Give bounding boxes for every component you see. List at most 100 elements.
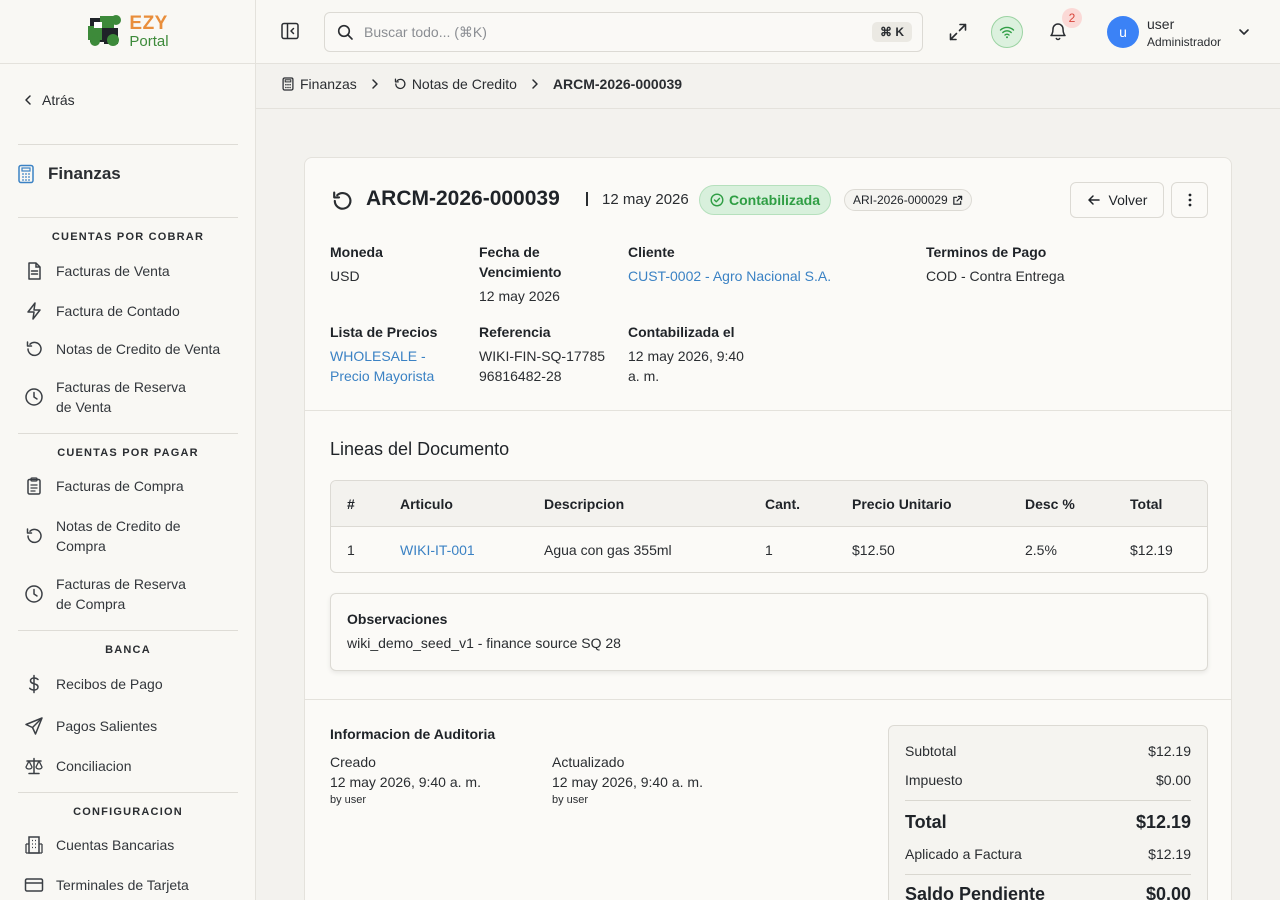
lightning-icon bbox=[27, 302, 41, 320]
sidebar-item-pagos-salientes[interactable]: Pagos Salientes bbox=[24, 716, 236, 736]
clock-icon bbox=[25, 388, 43, 406]
status-label: Contabilizada bbox=[729, 192, 821, 208]
sidebar-item-terminales-tarjeta[interactable]: Terminales de Tarjeta bbox=[24, 875, 236, 895]
audit-created-value: 12 may 2026, 9:40 a. m. bbox=[330, 774, 481, 790]
sidebar-divider bbox=[18, 792, 238, 793]
audit-updated: Actualizado 12 may 2026, 9:40 a. m. by u… bbox=[552, 752, 703, 808]
title-separator bbox=[586, 192, 588, 206]
cell-unit-price: $12.50 bbox=[852, 541, 895, 558]
dollar-icon bbox=[28, 674, 39, 694]
aplicado-label: Aplicado a Factura bbox=[905, 846, 1022, 862]
sidebar-item-label: Terminales de Tarjeta bbox=[56, 877, 189, 893]
sidebar: EZY Portal Atrás Finanzas CUENTAS POR CO… bbox=[0, 0, 256, 900]
external-link-icon bbox=[952, 195, 962, 205]
col-header: Precio Unitario bbox=[852, 495, 952, 512]
total-value: $12.19 bbox=[1135, 812, 1191, 832]
sidebar-item-recibos-de-pago[interactable]: Recibos de Pago bbox=[24, 674, 236, 694]
sidebar-item-notas-credito-venta[interactable]: Notas de Credito de Venta bbox=[24, 339, 236, 359]
audit-updated-by: by user bbox=[552, 794, 589, 806]
sidebar-item-reserva-compra[interactable]: Facturas de Reserva de Compra bbox=[24, 574, 236, 614]
col-header: Articulo bbox=[400, 495, 453, 512]
sidebar-item-cuentas-bancarias[interactable]: Cuentas Bancarias bbox=[24, 835, 236, 855]
section-banca: BANCA bbox=[105, 644, 151, 656]
calculator-icon bbox=[282, 77, 294, 91]
col-header: Cant. bbox=[765, 495, 800, 512]
cell-article-link[interactable]: WIKI-IT-001 bbox=[400, 527, 475, 572]
cell-description: Agua con gas 355ml bbox=[544, 541, 672, 558]
aplicado-value: $12.19 bbox=[1148, 846, 1191, 862]
lista-precios-link[interactable]: WHOLESALE - Precio Mayorista bbox=[330, 346, 460, 386]
chevron-down-icon[interactable] bbox=[1237, 25, 1251, 39]
subtotal-label: Subtotal bbox=[905, 743, 957, 759]
totals-divider bbox=[905, 874, 1191, 875]
total-row: Total $12.19 bbox=[905, 812, 1191, 833]
section-cuentas-por-cobrar: CUENTAS POR COBRAR bbox=[51, 231, 205, 243]
breadcrumb-current: ARCM-2026-000039 bbox=[552, 76, 683, 92]
sidebar-item-label: Facturas de Reserva de Compra bbox=[56, 576, 186, 612]
bank-icon bbox=[25, 836, 43, 854]
logo-text-portal: Portal bbox=[129, 33, 169, 50]
field-label: Referencia bbox=[479, 324, 551, 340]
sidebar-item-label: Facturas de Compra bbox=[56, 478, 184, 494]
more-actions-button[interactable] bbox=[1171, 182, 1208, 218]
sidebar-item-label: Cuentas Bancarias bbox=[56, 837, 175, 853]
sidebar-item-notas-credito-compra[interactable]: Notas de Credito de Compra bbox=[24, 516, 236, 556]
observaciones-box: Observaciones wiki_demo_seed_v1 - financ… bbox=[330, 593, 1208, 671]
breadcrumb-label: Notas de Credito bbox=[411, 76, 517, 92]
sidebar-toggle-icon[interactable] bbox=[280, 21, 300, 41]
volver-label: Volver bbox=[1108, 192, 1148, 208]
lines-section-title: Lineas del Documento bbox=[330, 439, 510, 459]
cliente-link[interactable]: CUST-0002 - Agro Nacional S.A. bbox=[628, 266, 908, 286]
section-cuentas-por-pagar: CUENTAS POR PAGAR bbox=[57, 447, 199, 459]
field-value: 12 may 2026, 9:40 a. m. bbox=[628, 348, 744, 384]
audit-created-label: Creado bbox=[330, 754, 376, 770]
linked-invoice-chip[interactable]: ARI-2026-000029 bbox=[844, 189, 972, 211]
field-value: COD - Contra Entrega bbox=[926, 268, 1065, 284]
volver-button[interactable]: Volver bbox=[1070, 182, 1164, 218]
sidebar-item-facturas-de-venta[interactable]: Facturas de Venta bbox=[24, 261, 236, 281]
sidebar-item-label: Notas de Credito de Compra bbox=[56, 518, 181, 554]
avatar[interactable]: u bbox=[1107, 16, 1139, 48]
observaciones-title: Observaciones bbox=[347, 611, 448, 627]
card-divider bbox=[305, 699, 1231, 700]
field-cliente: Cliente CUST-0002 - Agro Nacional S.A. bbox=[628, 242, 908, 286]
table-row: 1 WIKI-IT-001 Agua con gas 355ml 1 $12.5… bbox=[331, 527, 1207, 572]
totals-box: Subtotal $12.19 Impuesto $0.00 Total $12… bbox=[888, 725, 1208, 900]
sidebar-item-reserva-venta[interactable]: Facturas de Reserva de Venta bbox=[24, 377, 236, 417]
fullscreen-icon[interactable] bbox=[948, 22, 968, 42]
connection-status-button[interactable] bbox=[991, 16, 1023, 48]
section-configuracion: CONFIGURACION bbox=[73, 806, 183, 818]
search-input[interactable] bbox=[364, 24, 872, 40]
sidebar-item-facturas-de-compra[interactable]: Facturas de Compra bbox=[24, 476, 236, 496]
breadcrumb-divider bbox=[256, 108, 1280, 109]
sidebar-item-label: Recibos de Pago bbox=[56, 676, 163, 692]
sidebar-item-conciliacion[interactable]: Conciliacion bbox=[24, 756, 236, 776]
breadcrumb: Finanzas Notas de Credito ARCM-2026-0000… bbox=[281, 76, 682, 92]
saldo-row: Saldo Pendiente $0.00 bbox=[905, 884, 1191, 900]
calculator-icon bbox=[18, 164, 34, 184]
cell-line-number: 1 bbox=[347, 541, 355, 558]
cell-quantity: 1 bbox=[765, 541, 773, 558]
totals-divider bbox=[905, 800, 1191, 801]
scale-icon bbox=[25, 757, 43, 775]
app-logo[interactable]: EZY Portal bbox=[86, 12, 169, 52]
module-title-text: Finanzas bbox=[48, 164, 121, 183]
field-label: Terminos de Pago bbox=[926, 244, 1047, 260]
field-contabilizada: Contabilizada el 12 may 2026, 9:40 a. m. bbox=[628, 322, 758, 386]
sidebar-item-factura-de-contado[interactable]: Factura de Contado bbox=[24, 301, 236, 321]
logo-area: EZY Portal bbox=[0, 0, 255, 64]
audit-updated-label: Actualizado bbox=[552, 754, 625, 770]
rotate-ccw-icon bbox=[26, 528, 42, 544]
field-terminos: Terminos de Pago COD - Contra Entrega bbox=[926, 242, 1186, 286]
subtotal-value: $12.19 bbox=[1148, 743, 1191, 759]
field-moneda: Moneda USD bbox=[330, 242, 460, 286]
breadcrumb-notas-credito[interactable]: Notas de Credito bbox=[393, 76, 517, 92]
global-search[interactable]: ⌘ K bbox=[324, 12, 923, 52]
clipboard-icon bbox=[27, 477, 41, 495]
credit-note-card: ARCM-2026-000039 12 may 2026 Contabiliza… bbox=[304, 157, 1232, 900]
total-label: Total bbox=[905, 812, 947, 832]
clock-icon bbox=[25, 585, 43, 603]
back-link[interactable]: Atrás bbox=[22, 92, 75, 108]
breadcrumb-finanzas[interactable]: Finanzas bbox=[281, 76, 357, 92]
user-name[interactable]: user bbox=[1147, 16, 1174, 32]
